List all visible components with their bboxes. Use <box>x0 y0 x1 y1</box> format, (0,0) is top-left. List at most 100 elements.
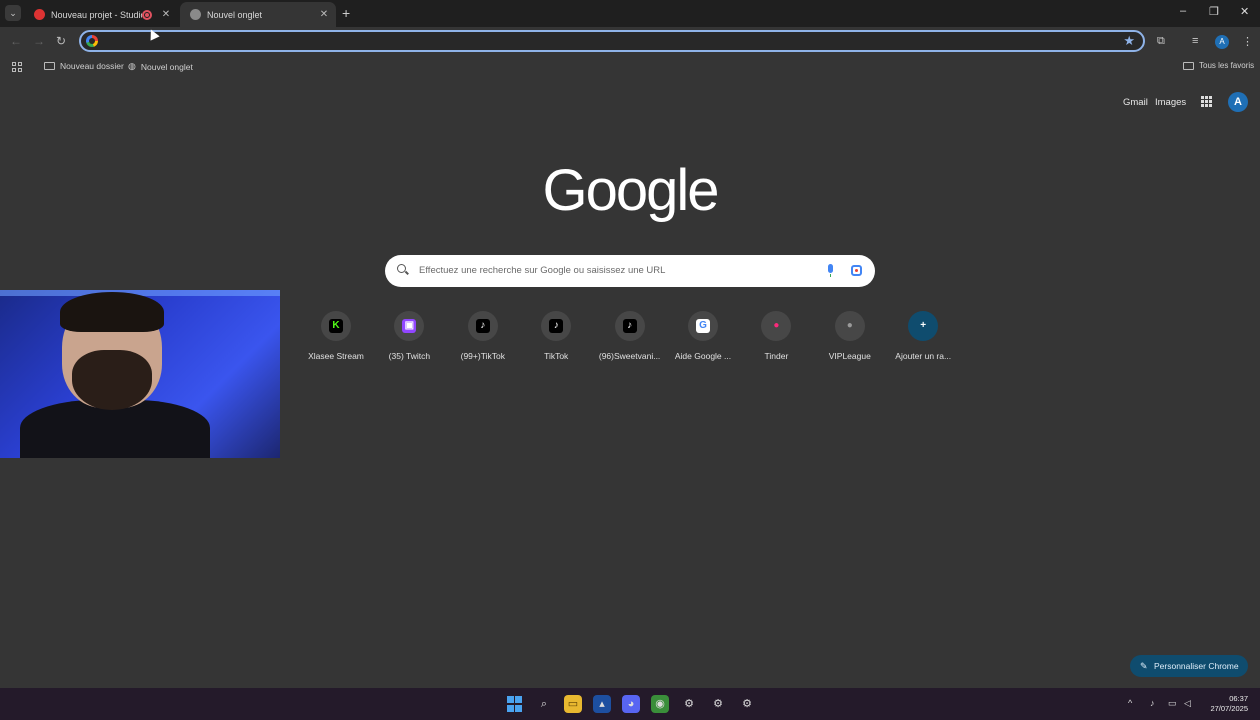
shortcut-label: Aide Google ... <box>674 351 732 361</box>
bookmark-nouvel-onglet[interactable]: ◍ Nouvel onglet <box>128 61 193 72</box>
lens-icon[interactable] <box>851 265 862 276</box>
shortcut-glyph: G <box>696 319 710 333</box>
restore-button[interactable]: ❐ <box>1209 5 1219 18</box>
search-placeholder: Effectuez une recherche sur Google ou sa… <box>419 265 666 276</box>
obs-icon[interactable]: ⚙ <box>680 695 698 713</box>
tab-title: Nouvel onglet <box>207 9 263 20</box>
discord-icon[interactable]: ◕ <box>622 695 640 713</box>
shortcut-icon: G <box>688 311 718 341</box>
tab-search-button[interactable]: ⌄ <box>5 5 21 21</box>
shortcut-label: (35) Twitch <box>388 351 431 361</box>
back-icon[interactable]: ← <box>10 34 22 48</box>
shortcut-icon: ● <box>761 311 792 341</box>
images-link[interactable]: Images <box>1155 97 1186 108</box>
shortcut-icon: ▣ <box>394 311 425 341</box>
address-bar[interactable]: ★ <box>79 30 1145 52</box>
tray-chevron-icon[interactable]: ^ <box>1128 698 1132 708</box>
shortcut-label: Ajouter un ra... <box>895 351 952 361</box>
settings-icon[interactable]: ⚙ <box>738 695 756 713</box>
customize-label: Personnaliser Chrome <box>1154 661 1239 671</box>
shortcut-label: VIPLeague <box>828 351 871 361</box>
tab-studio[interactable]: Nouveau projet - Studio ✕ <box>24 2 178 27</box>
shortcut-label: (96)Sweetvani... <box>598 351 661 361</box>
shortcut-glyph: K <box>329 319 343 333</box>
shortcut-tile[interactable]: ▣ (35) Twitch <box>372 309 446 361</box>
chrome-icon <box>190 9 201 20</box>
shortcut-tile[interactable]: G Aide Google ... <box>666 309 740 361</box>
shortcut-glyph: ♪ <box>622 319 637 333</box>
google-apps-icon[interactable] <box>1201 96 1212 107</box>
all-bookmarks-label: Tous les favoris <box>1199 61 1255 70</box>
reload-icon[interactable]: ↻ <box>56 34 66 48</box>
shortcut-glyph: ● <box>773 320 780 331</box>
volume-icon[interactable]: ◁ <box>1184 698 1191 709</box>
shortcut-tile[interactable]: ♪ (99+)TikTok <box>446 309 520 361</box>
google-icon <box>86 35 98 47</box>
search-box[interactable]: Effectuez une recherche sur Google ou sa… <box>385 255 875 287</box>
shortcut-glyph: ▣ <box>402 319 417 333</box>
recording-icon <box>142 9 152 20</box>
shortcut-label: Tinder <box>764 351 789 361</box>
shortcut-icon: ♪ <box>467 311 498 341</box>
network-icon[interactable]: ▭ <box>1168 698 1177 709</box>
system-clock[interactable]: 06:37 27/07/2025 <box>1200 694 1248 714</box>
tab-new-tab[interactable]: Nouvel onglet ✕ <box>180 2 336 27</box>
shortcut-glyph: + <box>920 320 927 331</box>
search-icon <box>397 264 406 273</box>
webcam-overlay <box>0 290 280 458</box>
file-explorer-icon[interactable]: ▭ <box>564 695 582 713</box>
studio-icon <box>34 9 45 20</box>
shortcut-icon: + <box>908 311 939 341</box>
search-taskbar-icon[interactable]: ⌕ <box>535 695 553 713</box>
clock-date: 27/07/2025 <box>1210 704 1248 713</box>
google-logo: Google <box>542 158 719 223</box>
apps-shortcut-icon[interactable] <box>12 62 22 72</box>
shortcut-tile[interactable]: ● Tinder <box>739 309 813 361</box>
profile-avatar[interactable]: A <box>1215 35 1229 49</box>
shortcut-glyph: ♪ <box>475 319 490 333</box>
chrome-taskbar-icon[interactable]: ◉ <box>651 695 669 713</box>
media-controls-icon[interactable]: ≡ <box>1192 35 1198 47</box>
minimize-button[interactable]: – <box>1180 5 1186 17</box>
shortcut-tile[interactable]: ♪ TikTok <box>519 309 593 361</box>
close-tab-icon[interactable]: ✕ <box>160 9 172 20</box>
taskbar: ⌕ ▭ ▴ ◕ ◉ ⚙ ⚙ ⚙ ^ ♪ ▭ ◁ 06:37 27/07/2025 <box>0 688 1260 720</box>
shortcut-icon: K <box>321 311 351 341</box>
folder-icon <box>1183 61 1194 70</box>
menu-icon[interactable]: ⋮ <box>1242 35 1253 48</box>
new-tab-button[interactable]: + <box>342 5 350 21</box>
bookmark-star-icon[interactable]: ★ <box>1123 33 1135 49</box>
shortcut-icon: ♪ <box>541 311 572 341</box>
shortcut-label: Xlasee Stream <box>308 351 364 361</box>
microphone-icon[interactable]: ♪ <box>1150 698 1155 708</box>
start-icon[interactable] <box>506 695 524 713</box>
shortcut-glyph: ♪ <box>549 319 564 333</box>
all-bookmarks[interactable]: Tous les favoris <box>1183 61 1254 70</box>
close-window-button[interactable]: ✕ <box>1240 5 1249 18</box>
store-icon[interactable]: ▴ <box>593 695 611 713</box>
shortcut-glyph: ● <box>846 320 853 331</box>
shortcut-tile[interactable]: + Ajouter un ra... <box>886 309 960 361</box>
shortcut-icon: ♪ <box>614 311 645 341</box>
clock-time: 06:37 <box>1229 694 1248 703</box>
bookmarks-bar: Nouveau dossier ◍ Nouvel onglet Tous les… <box>0 57 1260 77</box>
bookmark-label: Nouveau dossier <box>60 61 124 71</box>
tab-title: Nouveau projet - Studio <box>51 9 142 20</box>
bookmark-nouveau-dossier[interactable]: Nouveau dossier <box>44 61 124 71</box>
account-avatar[interactable]: A <box>1228 92 1248 112</box>
app-icon[interactable]: ⚙ <box>709 695 727 713</box>
shortcut-label: (99+)TikTok <box>460 351 505 361</box>
shortcut-tile[interactable]: ♪ (96)Sweetvani... <box>593 309 667 361</box>
shortcut-tile[interactable]: ● VIPLeague <box>813 309 887 361</box>
customize-chrome-button[interactable]: ✎ Personnaliser Chrome <box>1130 655 1248 677</box>
shortcut-tile[interactable]: K Xlasee Stream <box>299 309 373 361</box>
voice-search-icon[interactable] <box>828 264 833 277</box>
gmail-link[interactable]: Gmail <box>1123 97 1148 108</box>
extensions-icon[interactable]: ⧉ <box>1157 35 1165 48</box>
tab-strip: ⌄ Nouveau projet - Studio ✕ Nouvel ongle… <box>0 0 1260 27</box>
toolbar: ← → ↻ ★ ⧉ ≡ A ⋮ <box>0 27 1260 57</box>
shortcut-label: TikTok <box>544 351 569 361</box>
globe-icon: ◍ <box>128 61 136 71</box>
close-tab-icon[interactable]: ✕ <box>318 9 330 20</box>
forward-icon[interactable]: → <box>33 34 45 48</box>
